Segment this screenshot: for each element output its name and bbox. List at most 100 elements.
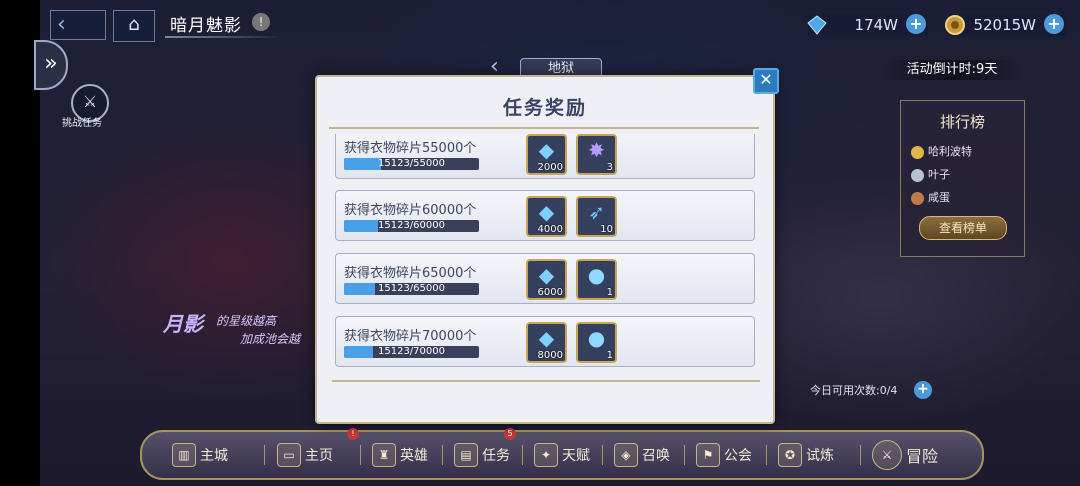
nav-heroes[interactable]: ♜ 英雄 — [372, 432, 428, 478]
nav-summon[interactable]: ◈ 召唤 — [614, 432, 670, 478]
silver-medal-icon — [911, 168, 924, 182]
info-button[interactable]: ! — [252, 13, 270, 31]
task-label: 获得衣物碎片70000个 — [344, 329, 477, 344]
crystal-cluster-icon: ✸ — [588, 138, 605, 162]
trial-icon: ✪ — [778, 443, 802, 467]
diamond-icon: ◆ — [538, 200, 555, 224]
reward-count: 1 — [606, 287, 613, 298]
nav-divider — [522, 445, 523, 465]
dialog-title: 任务奖励 — [502, 97, 587, 119]
nav-divider — [442, 445, 443, 465]
ranking-entry: 叶子 — [911, 166, 950, 182]
progress-bar: 15123/60000 — [344, 220, 479, 232]
guild-icon: ⚑ — [696, 443, 720, 467]
reward-row: 获得衣物碎片55000个 15123/55000 ◆ 2000 ✸ 3 — [335, 134, 755, 179]
event-countdown: 活动倒计时:9天 — [882, 60, 1022, 80]
gem-icon — [807, 15, 827, 35]
list-bottom-divider — [332, 380, 760, 382]
promo-hero-name: 月影 — [163, 312, 203, 336]
promo-text-2: 加成池会越 — [240, 332, 301, 346]
nav-divider — [602, 445, 603, 465]
nav-divider — [360, 445, 361, 465]
nav-divider — [766, 445, 767, 465]
home-button[interactable]: ⌂ — [113, 10, 155, 42]
blue-orb-icon: ● — [587, 326, 606, 350]
reward-row: 获得衣物碎片60000个 15123/60000 ◆ 4000 ➶ 10 — [335, 190, 755, 241]
title-divider — [329, 127, 759, 129]
gold-medal-icon — [911, 145, 924, 159]
progress-bar: 15123/55000 — [344, 158, 479, 170]
ranking-entry: 哈利波特 — [911, 143, 972, 159]
nav-divider — [684, 445, 685, 465]
nav-divider — [264, 445, 265, 465]
helmet-icon: ♜ — [372, 443, 396, 467]
progress-text: 15123/70000 — [378, 346, 445, 357]
ranking-entry: 咸蛋 — [911, 189, 950, 205]
reward-list[interactable]: 获得衣物碎片55000个 15123/55000 ◆ 2000 ✸ 3 获得衣物碎片… — [332, 134, 760, 379]
notification-badge: 5 — [504, 428, 516, 440]
close-button[interactable]: ✕ — [753, 68, 779, 94]
challenge-task-label: 挑战任务 — [62, 118, 102, 129]
add-gems-button[interactable]: + — [906, 14, 926, 34]
reward-item[interactable]: ◆ 4000 — [526, 196, 567, 237]
title-underline — [165, 36, 285, 38]
home-icon: ⌂ — [128, 14, 140, 35]
back-button[interactable]: ‹ — [50, 10, 106, 40]
view-ranking-button[interactable]: 查看榜单 — [919, 216, 1007, 240]
reward-item[interactable]: ● 1 — [576, 322, 617, 363]
back-arrow-icon: ‹ — [57, 12, 66, 37]
adventure-icon: ⚔ — [872, 440, 902, 470]
nav-divider — [860, 445, 861, 465]
bronze-medal-icon — [911, 191, 924, 205]
castle-icon: ▥ — [172, 443, 196, 467]
reward-count: 6000 — [537, 287, 563, 298]
reward-count: 1 — [606, 350, 613, 361]
sword-icon: ⚔ — [82, 92, 98, 111]
reward-count: 4000 — [537, 224, 563, 235]
diamond-icon: ◆ — [538, 138, 555, 162]
promo-text-1: 的星级越高 — [216, 314, 277, 328]
progress-text: 15123/60000 — [378, 220, 445, 231]
task-label: 获得衣物碎片65000个 — [344, 266, 477, 281]
reward-count: 8000 — [537, 350, 563, 361]
reward-item[interactable]: ◆ 6000 — [526, 259, 567, 300]
reward-row: 获得衣物碎片70000个 15123/70000 ◆ 8000 ● 1 — [335, 316, 755, 367]
reward-item[interactable]: ● 1 — [576, 259, 617, 300]
progress-bar: 15123/70000 — [344, 346, 479, 358]
summon-icon: ◈ — [614, 443, 638, 467]
reward-item[interactable]: ✸ 3 — [576, 134, 617, 175]
nav-trial[interactable]: ✪ 试炼 — [778, 432, 834, 478]
coin-count: 52015W — [973, 16, 1036, 34]
blue-orb-icon: ● — [587, 263, 606, 287]
ranking-title: 排行榜 — [939, 113, 985, 131]
reward-item[interactable]: ◆ 2000 — [526, 134, 567, 175]
task-label: 获得衣物碎片55000个 — [344, 141, 477, 156]
scroll-icon: ▤ — [454, 443, 478, 467]
page-title: 暗月魅影 — [170, 16, 242, 36]
nav-tasks[interactable]: ▤ 任务 5 — [454, 428, 516, 478]
nav-guild[interactable]: ⚑ 公会 — [696, 432, 752, 478]
reward-count: 10 — [600, 224, 613, 235]
reward-item[interactable]: ◆ 8000 — [526, 322, 567, 363]
coin-resource: 52015W + — [945, 14, 1066, 36]
nav-home[interactable]: ▭ 主页! — [277, 428, 359, 478]
coin-icon — [945, 15, 965, 35]
banner-icon: ▭ — [277, 443, 301, 467]
add-attempts-button[interactable]: + — [914, 381, 932, 399]
add-coins-button[interactable]: + — [1044, 14, 1064, 34]
nav-adventure[interactable]: ⚔ 冒险 — [872, 432, 938, 478]
reward-item[interactable]: ➶ 10 — [576, 196, 617, 237]
nav-talent[interactable]: ✦ 天赋 — [534, 432, 590, 478]
talent-icon: ✦ — [534, 443, 558, 467]
notification-badge: ! — [347, 428, 359, 440]
task-label: 获得衣物碎片60000个 — [344, 203, 477, 218]
gem-resource: 174W + — [807, 14, 928, 36]
diamond-icon: ◆ — [538, 326, 555, 350]
daily-attempts: 今日可用次数:0/4 — [810, 384, 898, 397]
ranking-panel: 排行榜 哈利波特 叶子 咸蛋 查看榜单 — [900, 100, 1025, 257]
progress-bar: 15123/65000 — [344, 283, 479, 295]
diamond-icon: ◆ — [538, 263, 555, 287]
reward-row: 获得衣物碎片65000个 15123/65000 ◆ 6000 ● 1 — [335, 253, 755, 304]
bottom-nav: ▥ 主城 ▭ 主页! ♜ 英雄 ▤ 任务 5 ✦ 天赋 ◈ 召唤 ⚑ 公会 ✪ 试炼 ⚔ 冒险 — [140, 428, 984, 480]
nav-main-city[interactable]: ▥ 主城 — [172, 432, 228, 478]
